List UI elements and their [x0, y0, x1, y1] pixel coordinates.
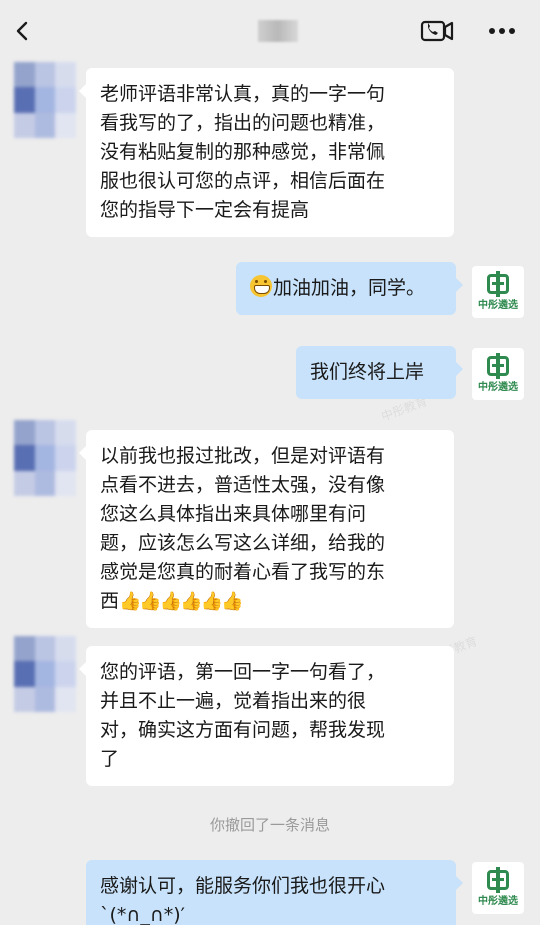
message-bubble-outgoing[interactable]: 我们终将上岸 [296, 346, 463, 399]
message-bubble-outgoing[interactable]: 感谢认可，能服务你们我也很开心 `(*∩_∩*)′ [86, 860, 463, 925]
message-line: 西👍👍👍👍👍👍 [100, 587, 440, 616]
my-avatar[interactable]: 中彤遴选 [472, 862, 524, 914]
message-line: 感谢认可，能服务你们我也很开心 [100, 875, 386, 897]
more-options-button[interactable] [484, 16, 520, 46]
brand-logo-icon [487, 270, 509, 297]
thumbs-up-icon: 👍👍👍👍👍👍 [119, 591, 243, 612]
brand-logo-icon [487, 352, 509, 379]
message-line: `(*∩_∩*)′ [100, 904, 185, 925]
brand-name: 中彤遴选 [478, 299, 518, 311]
grinning-face-icon [250, 275, 272, 297]
message-line: 看我写的了，指出的问题也精准， [100, 112, 386, 134]
more-dots-icon [489, 28, 515, 34]
message-line: 以前我也报过批改，但是对评语有 [100, 445, 386, 467]
message-line: 了 [100, 748, 120, 770]
message-line: 感觉是您真的耐着心看了我写的东 [100, 561, 386, 583]
back-button[interactable] [10, 16, 40, 46]
message-line: 您的评语，第一回一字一句看了， [100, 661, 386, 683]
message-line: 题，应该怎么写这么详细，给我的 [100, 532, 386, 554]
message-bubble-incoming[interactable]: 您的评语，第一回一字一句看了， 并且不止一遍，觉着指出来的很 对，确实这方面有问… [79, 646, 454, 786]
chat-title-blurred [258, 20, 298, 42]
message-text: 我们终将上岸 [310, 361, 425, 383]
my-avatar[interactable]: 中彤遴选 [472, 266, 524, 318]
brand-name: 中彤遴选 [478, 895, 518, 907]
message-line: 老师评语非常认真，真的一字一句 [100, 83, 386, 105]
message-line: 点看不进去，普适性太强，没有像 [100, 474, 386, 496]
message-bubble-outgoing[interactable]: 加油加油，同学。 [236, 262, 463, 315]
sender-avatar[interactable] [14, 636, 76, 712]
message-line: 对，确实这方面有问题，帮我发现 [100, 719, 386, 741]
message-bubble-incoming[interactable]: 以前我也报过批改，但是对评语有 点看不进去，普适性太强，没有像 您这么具体指出来… [79, 430, 454, 628]
message-line: 服也很认可您的点评，相信后面在 [100, 170, 386, 192]
my-avatar[interactable]: 中彤遴选 [472, 348, 524, 400]
phone-video-icon [420, 20, 454, 42]
message-bubble-incoming[interactable]: 老师评语非常认真，真的一字一句 看我写的了，指出的问题也精准， 没有粘贴复制的那… [79, 68, 454, 237]
message-text: 加油加油，同学。 [273, 277, 426, 299]
brand-logo-icon [487, 866, 509, 893]
voice-video-call-button[interactable] [418, 16, 456, 46]
brand-name: 中彤遴选 [478, 381, 518, 393]
sender-avatar[interactable] [14, 62, 76, 138]
message-line-text: 西 [100, 590, 120, 612]
message-line: 没有粘贴复制的那种感觉，非常佩 [100, 141, 386, 163]
chevron-left-icon [16, 21, 28, 41]
message-line: 您这么具体指出来具体哪里有问 [100, 503, 367, 525]
recall-notice: 你撤回了一条消息 [209, 816, 330, 834]
sender-avatar[interactable] [14, 420, 76, 496]
message-line: 您的指导下一定会有提高 [100, 199, 310, 221]
message-line: 并且不止一遍，觉着指出来的很 [100, 690, 367, 712]
chat-header [0, 0, 540, 62]
